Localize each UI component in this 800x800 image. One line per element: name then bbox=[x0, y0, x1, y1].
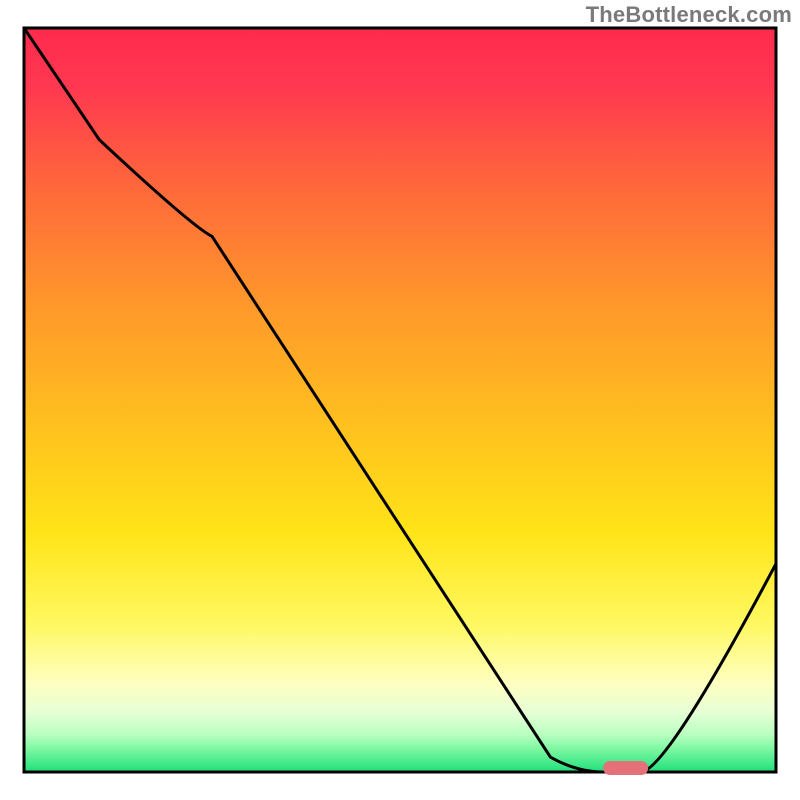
optimal-marker bbox=[603, 761, 648, 775]
watermark-text: TheBottleneck.com bbox=[586, 2, 792, 28]
bottleneck-curve-plot bbox=[0, 0, 800, 800]
plot-area bbox=[24, 28, 776, 772]
chart-container: TheBottleneck.com bbox=[0, 0, 800, 800]
